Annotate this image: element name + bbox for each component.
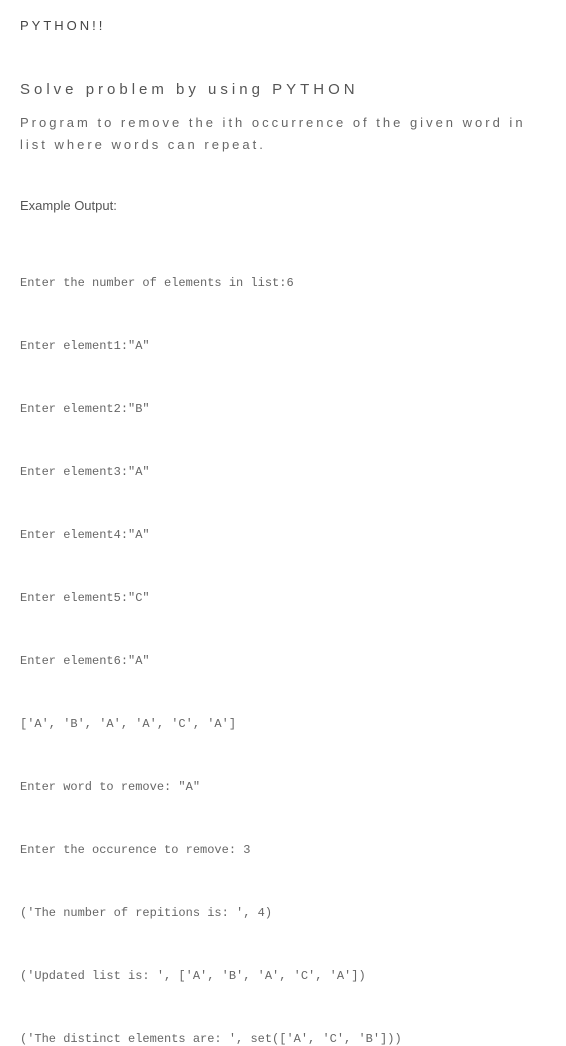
- problem-description: Program to remove the ith occurrence of …: [20, 112, 546, 156]
- page-title: PYTHON!!: [20, 18, 546, 33]
- code-line: Enter element2:"B": [20, 399, 546, 420]
- code-line: Enter the occurence to remove: 3: [20, 840, 546, 861]
- code-line: ('The number of repitions is: ', 4): [20, 903, 546, 924]
- code-line: ('The distinct elements are: ', set(['A'…: [20, 1029, 546, 1046]
- code-line: Enter word to remove: "A": [20, 777, 546, 798]
- code-line: Enter element1:"A": [20, 336, 546, 357]
- code-line: Enter element3:"A": [20, 462, 546, 483]
- code-line: Enter the number of elements in list:6: [20, 273, 546, 294]
- code-line: Enter element5:"C": [20, 588, 546, 609]
- problem-heading: Solve problem by using PYTHON: [20, 81, 546, 98]
- code-line: Enter element6:"A": [20, 651, 546, 672]
- example-output-block: Enter the number of elements in list:6 E…: [20, 231, 546, 1046]
- example-output-label: Example Output:: [20, 198, 546, 213]
- code-line: Enter element4:"A": [20, 525, 546, 546]
- code-line: ['A', 'B', 'A', 'A', 'C', 'A']: [20, 714, 546, 735]
- code-line: ('Updated list is: ', ['A', 'B', 'A', 'C…: [20, 966, 546, 987]
